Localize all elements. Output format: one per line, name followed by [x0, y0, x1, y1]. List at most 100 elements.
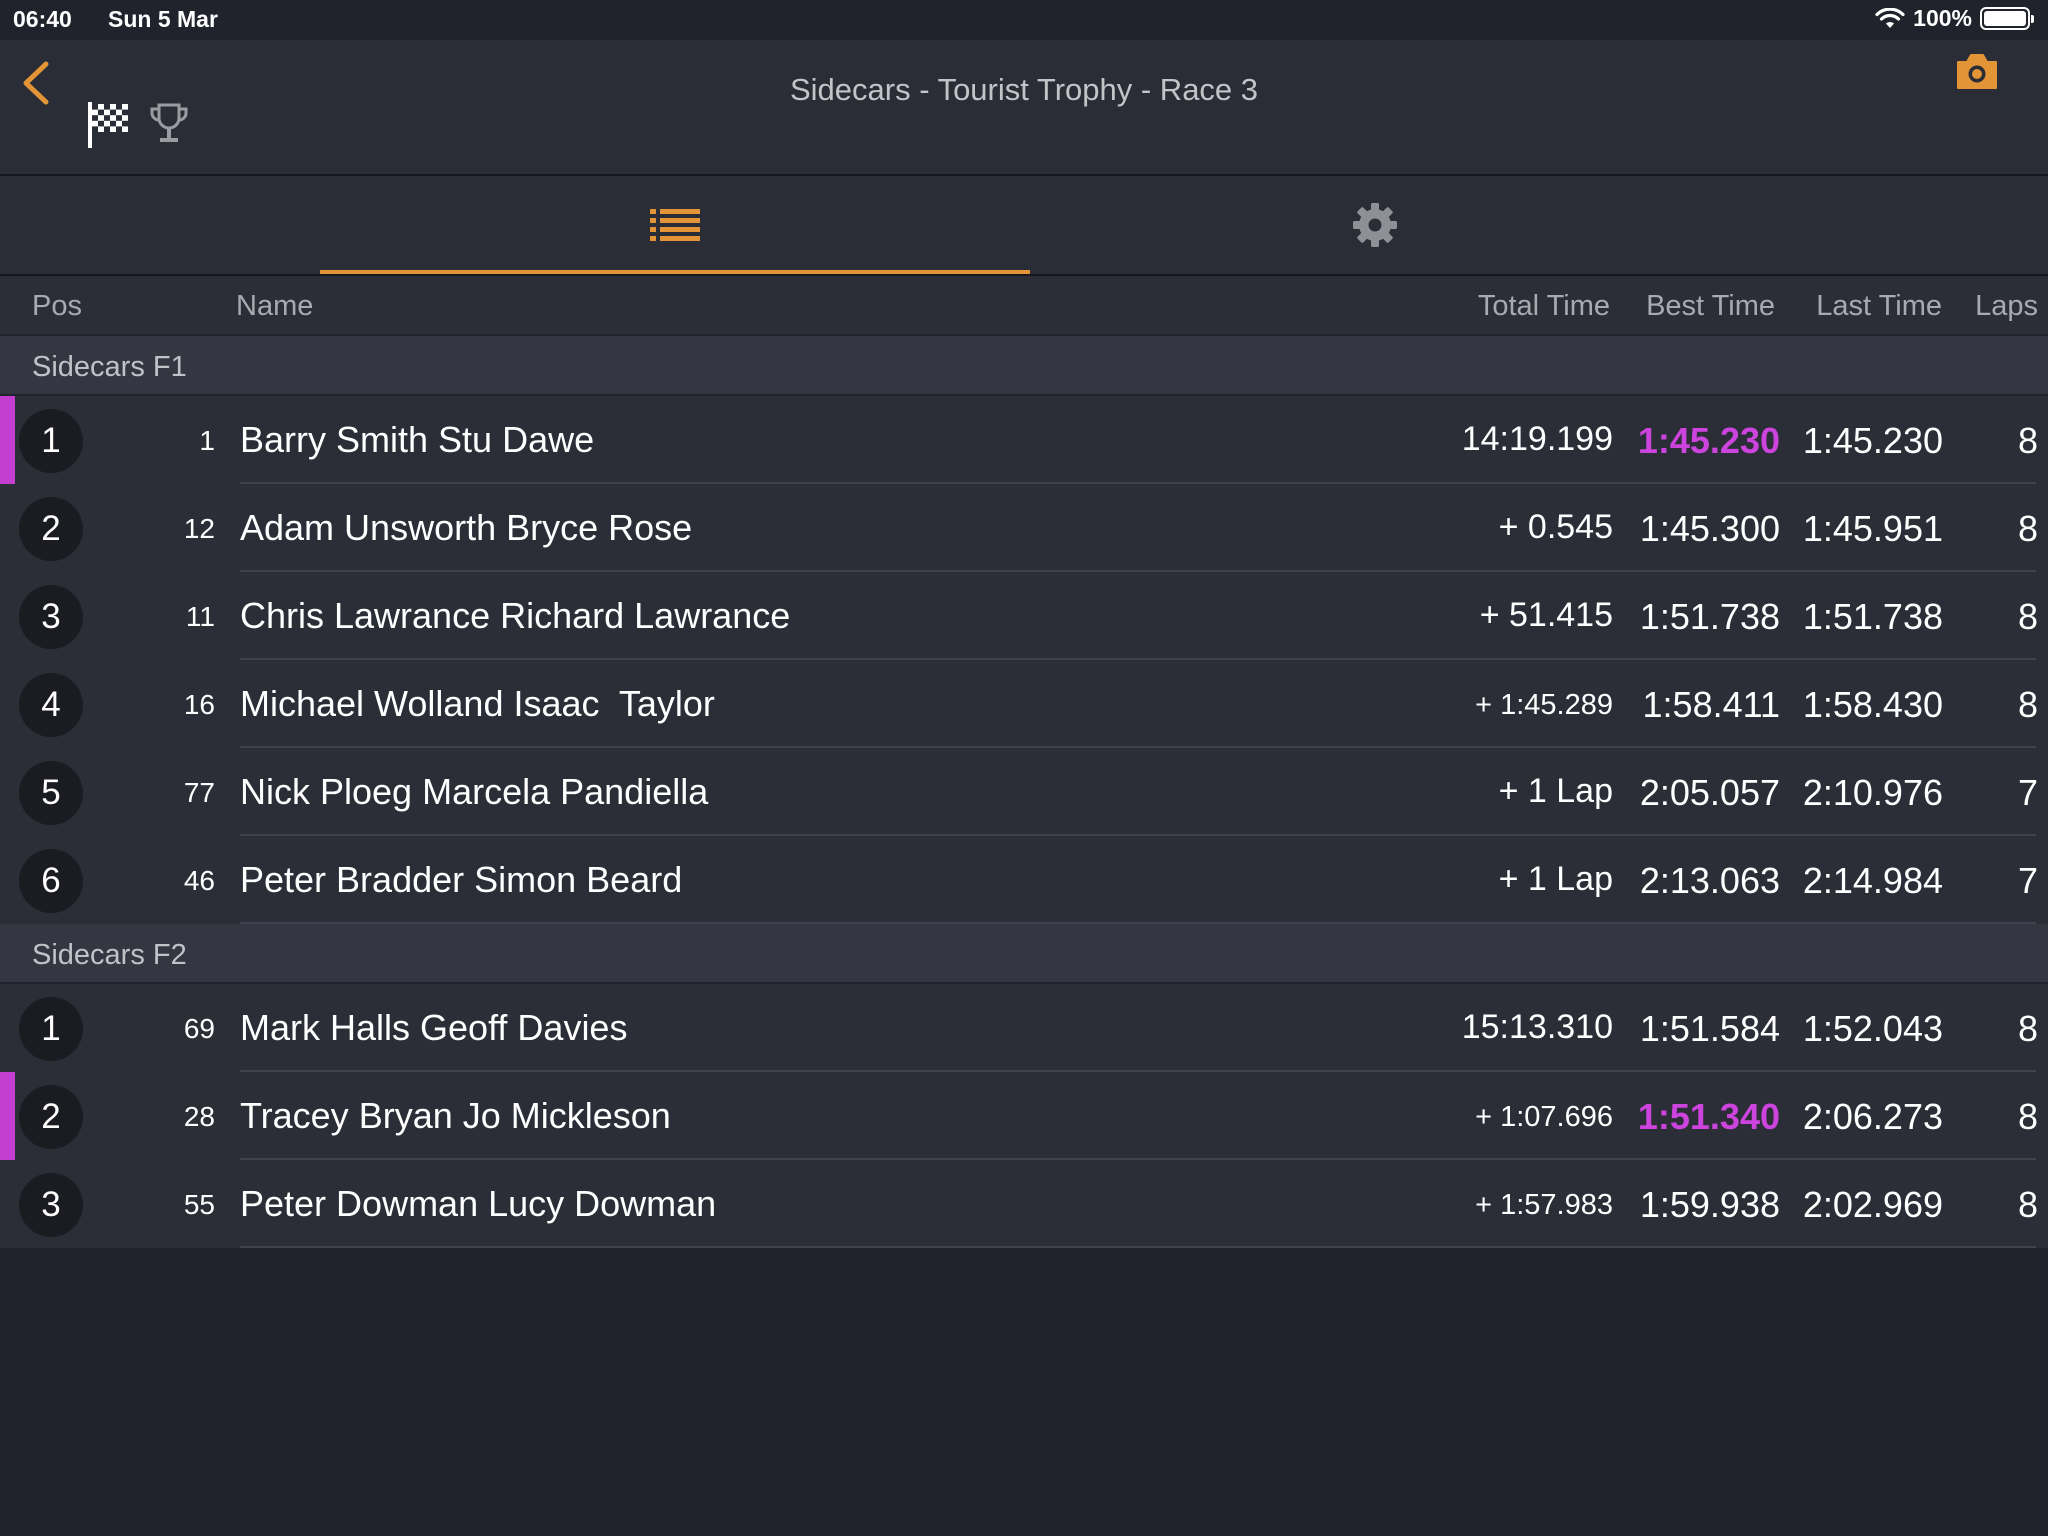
column-header-row: Pos Name Total Time Best Time Last Time …	[0, 276, 2048, 336]
driver-names: Tracey Bryan Jo Mickleson	[240, 1095, 671, 1136]
driver-names: Nick Ploeg Marcela Pandiella	[240, 771, 709, 812]
total-time: + 1:07.696	[1475, 1101, 1613, 1133]
driver-names: Michael Wolland Isaac Taylor	[240, 683, 715, 724]
driver-names: Barry Smith Stu Dawe	[240, 419, 595, 460]
column-last-time: Last Time	[1816, 290, 1942, 322]
driver-names: Mark Halls Geoff Davies	[240, 1007, 628, 1048]
table-row[interactable]: 1 1 Barry Smith Stu Dawe 14:19.199 1:45.230 1…	[0, 396, 2048, 484]
total-time: 15:13.310	[1461, 1008, 1613, 1046]
tab-results-list[interactable]	[320, 176, 1030, 274]
tab-selected-indicator	[320, 270, 1030, 274]
total-time: + 1 Lap	[1498, 772, 1613, 810]
nav-bar: Sidecars - Tourist Trophy - Race 3	[0, 40, 2048, 176]
total-time: + 51.415	[1479, 596, 1613, 634]
table-row[interactable]: 3 11 Chris Lawrance Richard Lawrance + 51.4…	[0, 572, 2048, 660]
section-title: Sidecars F1	[32, 351, 187, 383]
position-badge: 1	[19, 997, 83, 1061]
tab-settings[interactable]	[1020, 176, 1730, 274]
laps-count: 7	[2017, 772, 2038, 813]
best-time: 2:13.063	[1639, 860, 1780, 901]
table-row[interactable]: 2 12 Adam Unsworth Bryce Rose + 0.545 1:45.3…	[0, 484, 2048, 572]
last-time: 1:51.738	[1802, 596, 1943, 637]
status-right: 100%	[1875, 5, 2034, 32]
row-divider	[240, 1246, 2036, 1248]
battery-icon	[1980, 7, 2034, 30]
list-icon	[650, 209, 700, 241]
section-title: Sidecars F2	[32, 939, 187, 971]
page-title: Sidecars - Tourist Trophy - Race 3	[789, 72, 1259, 107]
best-time: 1:58.411	[1642, 684, 1780, 725]
wifi-icon	[1875, 7, 1905, 28]
laps-count: 8	[2017, 684, 2038, 725]
status-bar: 06:40 Sun 5 Mar 100%	[0, 0, 2048, 40]
column-best-time: Best Time	[1646, 290, 1775, 322]
tab-bar	[0, 176, 2048, 276]
column-laps: Laps	[1975, 290, 2038, 322]
total-time: + 1 Lap	[1498, 860, 1613, 898]
battery-fill	[1984, 11, 2026, 26]
fastest-lap-marker	[0, 396, 15, 484]
best-time: 1:59.938	[1639, 1184, 1780, 1225]
battery-percent: 100%	[1913, 5, 1972, 31]
laps-count: 8	[2017, 420, 2038, 461]
last-time: 2:06.273	[1802, 1096, 1943, 1137]
best-time: 2:05.057	[1639, 772, 1780, 813]
checkered-flag-icon[interactable]	[86, 100, 130, 150]
car-number: 55	[183, 1189, 215, 1220]
laps-count: 8	[2017, 1096, 2038, 1137]
laps-count: 8	[2017, 1184, 2038, 1225]
total-time: + 1:45.289	[1475, 689, 1613, 721]
car-number: 69	[183, 1013, 215, 1044]
driver-names: Chris Lawrance Richard Lawrance	[240, 595, 791, 636]
best-time: 1:51.738	[1639, 596, 1780, 637]
trophy-icon[interactable]	[148, 102, 190, 148]
driver-names: Peter Bradder Simon Beard	[240, 859, 683, 900]
total-time: + 0.545	[1498, 508, 1613, 546]
best-time: 1:45.230	[1637, 420, 1780, 461]
last-time: 1:45.230	[1802, 420, 1943, 461]
section-header: Sidecars F1	[0, 336, 2048, 394]
last-time: 2:10.976	[1802, 772, 1943, 813]
laps-count: 8	[2017, 596, 2038, 637]
section-header: Sidecars F2	[0, 924, 2048, 982]
position-badge: 2	[19, 497, 83, 561]
car-number: 77	[183, 777, 215, 808]
laps-count: 8	[2017, 1008, 2038, 1049]
last-time: 2:14.984	[1802, 860, 1943, 901]
car-number: 46	[183, 865, 215, 896]
car-number: 28	[183, 1101, 215, 1132]
table-row[interactable]: 2 28 Tracey Bryan Jo Mickleson + 1:07.696 1:…	[0, 1072, 2048, 1160]
column-pos: Pos	[32, 290, 82, 322]
position-badge: 1	[19, 409, 83, 473]
total-time: 14:19.199	[1461, 420, 1613, 458]
car-number: 16	[183, 689, 215, 720]
table-row[interactable]: 6 46 Peter Bradder Simon Beard + 1 Lap 2:13.…	[0, 836, 2048, 924]
position-badge: 5	[19, 761, 83, 825]
table-row[interactable]: 1 69 Mark Halls Geoff Davies 15:13.310 1:51.…	[0, 984, 2048, 1072]
last-time: 1:52.043	[1802, 1008, 1943, 1049]
position-badge: 2	[19, 1085, 83, 1149]
best-time: 1:51.340	[1637, 1096, 1780, 1137]
table-row[interactable]: 4 16 Michael Wolland Isaac Taylor + 1:45.28…	[0, 660, 2048, 748]
car-number: 11	[185, 601, 215, 632]
laps-count: 8	[2017, 508, 2038, 549]
fastest-lap-marker	[0, 1072, 15, 1160]
best-time: 1:45.300	[1639, 508, 1780, 549]
status-time: 06:40	[13, 6, 72, 32]
column-total-time: Total Time	[1477, 290, 1610, 322]
status-date: Sun 5 Mar	[108, 6, 218, 32]
total-time: + 1:57.983	[1475, 1189, 1613, 1221]
position-badge: 3	[19, 585, 83, 649]
car-number: 12	[183, 513, 215, 544]
camera-icon[interactable]	[1954, 50, 2000, 92]
driver-names: Peter Dowman Lucy Dowman	[240, 1183, 717, 1224]
car-number: 1	[199, 425, 215, 456]
driver-names: Adam Unsworth Bryce Rose	[240, 507, 693, 548]
position-badge: 3	[19, 1173, 83, 1237]
best-time: 1:51.584	[1639, 1008, 1780, 1049]
table-row[interactable]: 3 55 Peter Dowman Lucy Dowman + 1:57.983 1:5…	[0, 1160, 2048, 1248]
laps-count: 7	[2017, 860, 2038, 901]
table-row[interactable]: 5 77 Nick Ploeg Marcela Pandiella + 1 Lap 2:…	[0, 748, 2048, 836]
last-time: 2:02.969	[1802, 1184, 1943, 1225]
gear-icon	[1353, 203, 1397, 247]
